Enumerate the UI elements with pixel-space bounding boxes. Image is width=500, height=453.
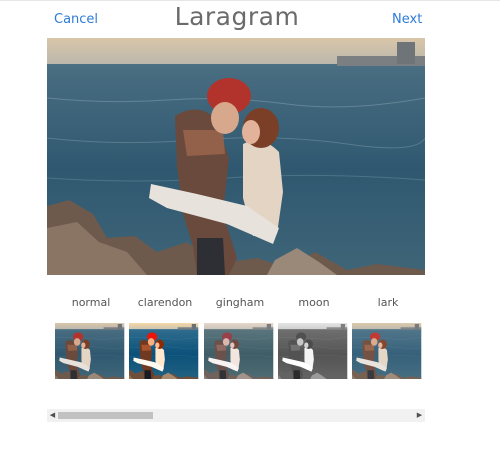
- filter-moon[interactable]: moon: [278, 296, 350, 388]
- filter-label: clarendon: [137, 296, 193, 309]
- top-divider: [0, 0, 500, 1]
- horizontal-scrollbar[interactable]: ◀ ▶: [47, 409, 425, 422]
- filter-thumbnail[interactable]: [352, 316, 424, 386]
- filter-label: normal: [71, 296, 111, 309]
- filter-lark[interactable]: lark: [352, 296, 424, 388]
- filter-thumbnail[interactable]: [278, 316, 350, 386]
- filter-thumbnail[interactable]: [55, 316, 127, 386]
- filter-thumbnail[interactable]: [129, 316, 201, 386]
- next-button[interactable]: Next: [392, 12, 422, 27]
- filter-gingham[interactable]: gingham: [204, 296, 276, 388]
- scrollbar-thumb[interactable]: [58, 412, 153, 419]
- main-photo: [47, 38, 425, 275]
- filter-label: gingham: [215, 296, 265, 309]
- filter-label: lark: [377, 296, 399, 309]
- filter-strip: normal clarendon gingham moon lark: [55, 296, 425, 388]
- filter-clarendon[interactable]: clarendon: [129, 296, 201, 388]
- chevron-left-icon[interactable]: ◀: [47, 409, 58, 422]
- filter-thumbnail[interactable]: [204, 316, 276, 386]
- filter-label: moon: [298, 296, 330, 309]
- chevron-right-icon[interactable]: ▶: [414, 409, 425, 422]
- filter-normal[interactable]: normal: [55, 296, 127, 388]
